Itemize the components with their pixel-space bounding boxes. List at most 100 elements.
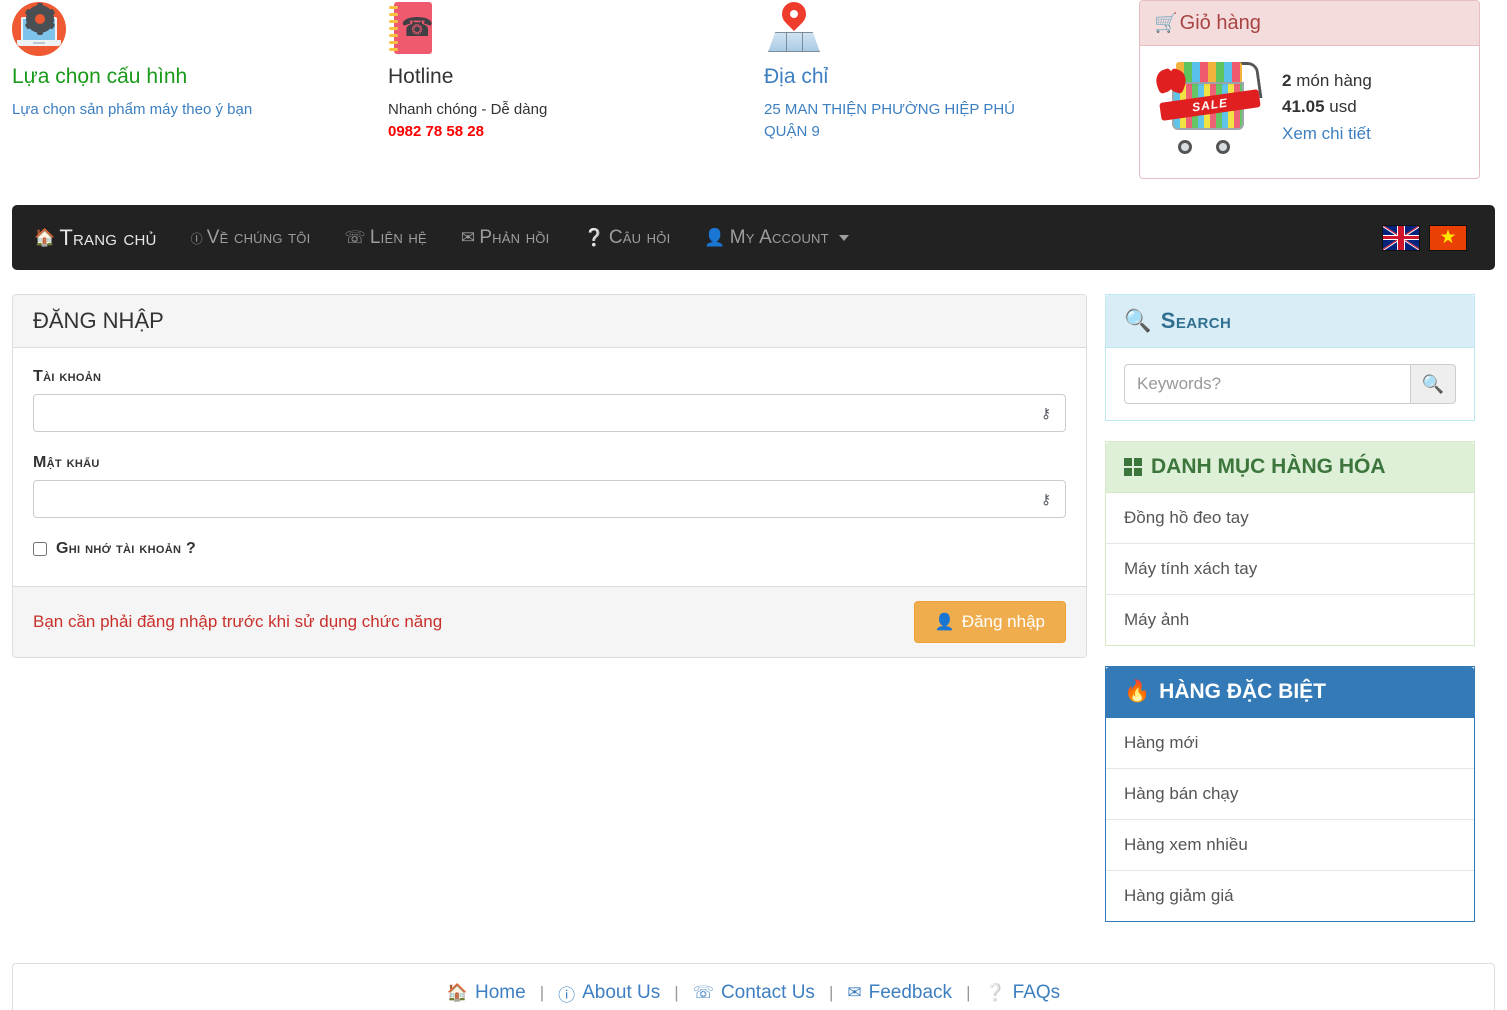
password-label: Mật khẩu [33, 454, 100, 471]
search-panel-title: Search [1160, 308, 1232, 333]
page-footer: 🏠 Home | ⓘ About Us | ☏ Contact Us | ✉ F… [12, 963, 1495, 1010]
info-circle-icon: ⓘ [558, 985, 576, 1005]
cart-currency: usd [1329, 97, 1357, 117]
footer-link-faqs[interactable]: ❔ FAQs [970, 982, 1074, 1004]
nav-item-lien-he[interactable]: ☏ Liên hệ [344, 227, 444, 249]
nav-label-trang-chu: Trang chủ [59, 224, 157, 250]
question-circle-icon: ❔ [583, 227, 605, 247]
username-field-wrap: ⚷ [33, 394, 1066, 432]
login-column: ĐĂNG NHẬP Tài khoản ⚷ Mật khẩu ⚷ Ghi nhớ… [12, 294, 1087, 942]
address-line-2: QUẬN 9 [764, 122, 820, 140]
login-panel: ĐĂNG NHẬP Tài khoản ⚷ Mật khẩu ⚷ Ghi nhớ… [12, 294, 1087, 658]
nav-label-lien-he: Liên hệ [369, 226, 427, 248]
nav-label-my-account: My Account [729, 226, 829, 248]
categories-list: Đồng hồ đeo tay Máy tính xách tay Máy ản… [1106, 493, 1474, 645]
flag-vi-icon[interactable]: ★ [1429, 224, 1467, 251]
cart-amount-row: 41.05 usd [1282, 94, 1372, 120]
cart-widget[interactable]: 🛒 Giỏ hàng SALE 2 món hàng 41.05 usd Xem… [1139, 0, 1480, 179]
categories-panel-header: DANH MỤC HÀNG HÓA [1106, 442, 1474, 493]
nav-item-my-account[interactable]: 👤 My Account [704, 227, 866, 249]
home-icon: 🏠 [446, 983, 468, 1002]
shopping-cart-icon: 🛒 [1154, 13, 1178, 34]
list-item[interactable]: Hàng bán chạy [1106, 768, 1474, 819]
main-content: ĐĂNG NHẬP Tài khoản ⚷ Mật khẩu ⚷ Ghi nhớ… [12, 294, 1495, 942]
footer-link-feedback[interactable]: ✉ Feedback [833, 982, 966, 1004]
search-panel-body: 🔍 [1106, 348, 1474, 420]
flag-en-icon[interactable] [1382, 224, 1420, 251]
footer-link-home[interactable]: 🏠 Home [433, 982, 540, 1004]
search-submit-button[interactable]: 🔍 [1410, 364, 1456, 404]
footer-link-contact-us[interactable]: ☏ Contact Us [679, 982, 829, 1004]
hotline-phone: 0982 78 58 28 [388, 122, 484, 140]
list-item[interactable]: Hàng xem nhiều [1106, 819, 1474, 870]
telephone-icon: ☏ [344, 227, 366, 247]
nav-item-trang-chu[interactable]: 🏠 Trang chủ [34, 225, 175, 251]
remember-label[interactable]: Ghi nhớ tài khoản ? [56, 540, 196, 558]
nav-item-cau-hoi[interactable]: ❔ Câu hỏi [583, 227, 688, 249]
language-switcher: ★ [1382, 224, 1495, 251]
special-panel-title: HÀNG ĐẶC BIỆT [1159, 680, 1326, 703]
nav-item-phan-hoi[interactable]: ✉ Phản hồi [461, 227, 568, 249]
cart-header-label: Giỏ hàng [1179, 11, 1261, 34]
main-navigation: 🏠 Trang chủ ⓘ Về chúng tôi ☏ Liên hệ ✉ P… [12, 205, 1495, 270]
login-form: Tài khoản ⚷ Mật khẩu ⚷ Ghi nhớ tài khoản… [13, 348, 1086, 586]
footer-label-feedback: Feedback [868, 982, 953, 1003]
info-column-config: Lựa chọn cấu hình Lựa chọn sản phẩm máy … [12, 2, 352, 121]
chevron-down-icon [838, 234, 849, 241]
cart-summary: 2 món hàng 41.05 usd Xem chi tiết [1270, 56, 1372, 156]
laptop-gear-icon [12, 2, 70, 56]
footer-label-contact-us: Contact Us [720, 982, 815, 1003]
address-title: Địa chỉ [764, 65, 829, 88]
hotline-subtitle: Nhanh chóng - Dễ dàng [388, 101, 548, 119]
nav-item-ve-chung-toi[interactable]: ⓘ Về chúng tôi [191, 227, 329, 249]
config-subtitle: Lựa chọn sản phẩm máy theo ý bạn [12, 101, 253, 119]
search-input[interactable] [1124, 364, 1410, 404]
nav-label-ve-chung-toi: Về chúng tôi [206, 226, 311, 248]
top-info-bar: Lựa chọn cấu hình Lựa chọn sản phẩm máy … [0, 0, 1507, 190]
special-list: Hàng mới Hàng bán chạy Hàng xem nhiều Hà… [1106, 718, 1474, 921]
nav-items: 🏠 Trang chủ ⓘ Về chúng tôi ☏ Liên hệ ✉ P… [12, 225, 883, 251]
footer-links: 🏠 Home | ⓘ About Us | ☏ Contact Us | ✉ F… [433, 981, 1074, 1006]
question-circle-icon: ❔ [984, 983, 1006, 1002]
search-panel: 🔍 Search 🔍 [1105, 294, 1475, 421]
list-item[interactable]: Máy ảnh [1106, 594, 1474, 645]
nav-label-cau-hoi: Câu hỏi [608, 226, 671, 248]
login-error-message: Bạn cần phải đăng nhập trước khi sử dụng… [33, 612, 443, 631]
sale-cart-image: SALE [1152, 56, 1270, 156]
nav-label-phan-hoi: Phản hồi [479, 226, 550, 248]
address-line-1: 25 MAN THIỆN PHƯỜNG HIỆP PHÚ [764, 101, 1016, 119]
config-title: Lựa chọn cấu hình [12, 65, 188, 88]
phone-book-icon: ☎ [388, 2, 446, 56]
grid-icon [1124, 458, 1142, 476]
remember-checkbox[interactable] [33, 542, 47, 556]
cart-count-row: 2 món hàng [1282, 68, 1372, 94]
cart-amount: 41.05 [1282, 97, 1325, 117]
categories-panel: DANH MỤC HÀNG HÓA Đồng hồ đeo tay Máy tí… [1105, 441, 1475, 646]
search-panel-header: 🔍 Search [1106, 295, 1474, 348]
list-item[interactable]: Máy tính xách tay [1106, 543, 1474, 594]
footer-link-about-us[interactable]: ⓘ About Us [544, 981, 674, 1006]
username-label: Tài khoản [33, 368, 102, 385]
home-icon: 🏠 [34, 227, 56, 247]
cart-body: SALE 2 món hàng 41.05 usd Xem chi tiết [1140, 46, 1479, 166]
footer-label-faqs: FAQs [1012, 982, 1061, 1003]
special-panel-header: 🔥 HÀNG ĐẶC BIỆT [1106, 667, 1474, 718]
login-panel-footer: Bạn cần phải đăng nhập trước khi sử dụng… [13, 586, 1086, 657]
map-pin-icon [764, 2, 822, 56]
envelope-icon: ✉ [460, 227, 476, 247]
password-input[interactable] [33, 480, 1066, 518]
login-submit-button[interactable]: 👤 Đăng nhập [913, 601, 1066, 643]
list-item[interactable]: Đồng hồ đeo tay [1106, 493, 1474, 543]
info-circle-icon: ⓘ [190, 227, 203, 247]
username-input[interactable] [33, 394, 1066, 432]
sidebar: 🔍 Search 🔍 [1105, 294, 1475, 942]
info-column-address: Địa chỉ 25 MAN THIỆN PHƯỜNG HIỆP PHÚ QUẬ… [764, 2, 1124, 143]
password-field-wrap: ⚷ [33, 480, 1066, 518]
list-item[interactable]: Hàng mới [1106, 718, 1474, 768]
list-item[interactable]: Hàng giảm giá [1106, 870, 1474, 921]
footer-label-about-us: About Us [582, 982, 661, 1003]
user-icon: 👤 [704, 227, 726, 247]
login-panel-title: ĐĂNG NHẬP [13, 295, 1086, 348]
cart-details-link[interactable]: Xem chi tiết [1282, 124, 1371, 143]
login-submit-label: Đăng nhập [961, 612, 1045, 631]
